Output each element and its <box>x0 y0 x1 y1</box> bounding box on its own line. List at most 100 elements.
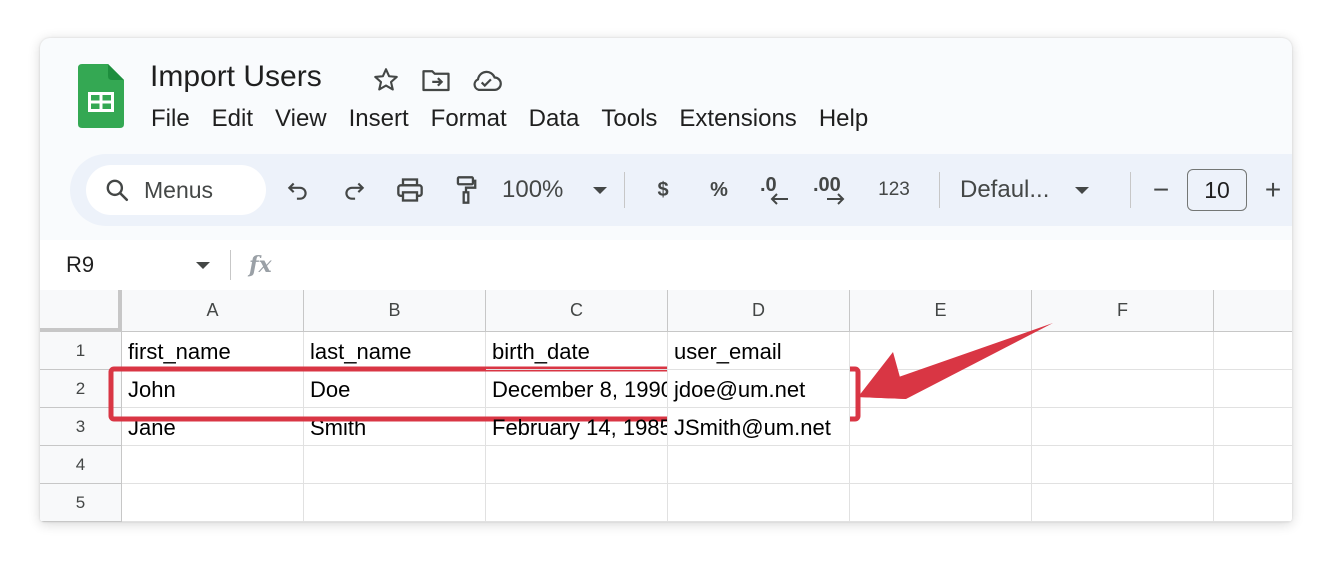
cell-a4[interactable] <box>122 446 304 484</box>
cell-e5[interactable] <box>850 484 1032 522</box>
row-header-2[interactable]: 2 <box>40 370 122 408</box>
cell-filler <box>1214 332 1292 370</box>
cell-a1[interactable]: first_name <box>122 332 304 370</box>
cell-filler <box>1214 408 1292 446</box>
cell-e1[interactable] <box>850 332 1032 370</box>
zoom-chevron-down-icon <box>593 186 608 194</box>
column-header-d[interactable]: D <box>668 290 850 332</box>
menu-help[interactable]: Help <box>808 102 879 136</box>
increase-decimal-button[interactable]: .00 <box>803 168 859 212</box>
cell-f3[interactable] <box>1032 408 1214 446</box>
font-family-select[interactable]: Defaul... <box>950 168 1120 212</box>
cell-c4[interactable] <box>486 446 668 484</box>
cell-filler <box>1214 370 1292 408</box>
toolbar-divider <box>624 172 625 208</box>
star-icon[interactable] <box>370 64 402 96</box>
cell-c2[interactable]: December 8, 1990 <box>486 370 668 408</box>
cell-d5[interactable] <box>668 484 850 522</box>
sheets-logo-icon[interactable] <box>78 64 124 128</box>
paint-format-button[interactable] <box>438 168 494 212</box>
cell-b3[interactable]: Smith <box>304 408 486 446</box>
font-chevron-down-icon <box>1075 186 1090 194</box>
menus-search-label: Menus <box>144 176 214 203</box>
cell-f2[interactable] <box>1032 370 1214 408</box>
cell-reference: R9 <box>66 252 95 277</box>
column-header-filler <box>1214 290 1292 332</box>
document-title[interactable]: Import Users <box>150 60 322 94</box>
cell-a5[interactable] <box>122 484 304 522</box>
row-header-1[interactable]: 1 <box>40 332 122 370</box>
cell-filler <box>1214 484 1292 522</box>
menu-tools[interactable]: Tools <box>590 102 668 136</box>
zoom-select[interactable]: 100% <box>494 168 614 212</box>
cell-b4[interactable] <box>304 446 486 484</box>
font-size-input[interactable]: 10 <box>1187 169 1247 211</box>
print-button[interactable] <box>382 168 438 212</box>
formula-input[interactable] <box>272 240 1292 290</box>
fx-icon: fx <box>249 252 272 278</box>
percent-format-button[interactable]: % <box>691 168 747 212</box>
move-folder-icon[interactable] <box>420 64 452 96</box>
formula-bar-divider <box>230 250 231 280</box>
cell-e2[interactable] <box>850 370 1032 408</box>
cell-f5[interactable] <box>1032 484 1214 522</box>
cell-d3[interactable]: JSmith@um.net <box>668 408 850 446</box>
column-header-e[interactable]: E <box>850 290 1032 332</box>
cell-filler <box>1214 446 1292 484</box>
toolbar: Menus 100% $ % .0 .00 123 Defaul... − 10… <box>70 154 1292 226</box>
title-actions <box>370 64 502 96</box>
menu-bar: File Edit View Insert Format Data Tools … <box>140 102 879 136</box>
menu-extensions[interactable]: Extensions <box>668 102 807 136</box>
toolbar-divider <box>1130 172 1131 208</box>
formula-bar: R9 fx <box>40 240 1292 290</box>
column-header-b[interactable]: B <box>304 290 486 332</box>
increase-font-size-button[interactable]: + <box>1253 168 1292 212</box>
cell-b1[interactable]: last_name <box>304 332 486 370</box>
cell-d1[interactable]: user_email <box>668 332 850 370</box>
cell-d2[interactable]: jdoe@um.net <box>668 370 850 408</box>
row-header-3[interactable]: 3 <box>40 408 122 446</box>
cell-c3[interactable]: February 14, 1985 <box>486 408 668 446</box>
row-header-4[interactable]: 4 <box>40 446 122 484</box>
arrow-left-icon <box>770 193 788 205</box>
select-all-corner[interactable] <box>40 290 122 332</box>
decrease-decimal-button[interactable]: .0 <box>747 168 803 212</box>
number-format-button[interactable]: 123 <box>859 168 929 212</box>
menu-insert[interactable]: Insert <box>338 102 420 136</box>
column-header-c[interactable]: C <box>486 290 668 332</box>
search-icon <box>106 179 129 202</box>
menu-format[interactable]: Format <box>420 102 518 136</box>
cell-f1[interactable] <box>1032 332 1214 370</box>
redo-icon <box>345 182 365 200</box>
name-box[interactable]: R9 <box>40 252 220 278</box>
row-header-5[interactable]: 5 <box>40 484 122 522</box>
menu-data[interactable]: Data <box>518 102 591 136</box>
cell-b2[interactable]: Doe <box>304 370 486 408</box>
column-header-f[interactable]: F <box>1032 290 1214 332</box>
decrease-font-size-button[interactable]: − <box>1141 168 1181 212</box>
cell-f4[interactable] <box>1032 446 1214 484</box>
menu-view[interactable]: View <box>264 102 338 136</box>
menus-search-button[interactable]: Menus <box>86 165 266 215</box>
cell-c5[interactable] <box>486 484 668 522</box>
cell-b5[interactable] <box>304 484 486 522</box>
cell-c1[interactable]: birth_date <box>486 332 668 370</box>
name-box-chevron-down-icon <box>196 261 210 269</box>
cell-d4[interactable] <box>668 446 850 484</box>
toolbar-divider <box>939 172 940 208</box>
cell-a2[interactable]: John <box>122 370 304 408</box>
font-family-value: Defaul... <box>960 176 1050 203</box>
cell-a3[interactable]: Jane <box>122 408 304 446</box>
undo-icon <box>287 182 307 200</box>
spreadsheet-grid: A B C D E F 1 first_name last_name birth_date user… <box>40 290 1292 522</box>
menu-edit[interactable]: Edit <box>201 102 264 136</box>
currency-format-button[interactable]: $ <box>635 168 691 212</box>
cell-e4[interactable] <box>850 446 1032 484</box>
menu-file[interactable]: File <box>140 102 201 136</box>
redo-button[interactable] <box>326 168 382 212</box>
cloud-saved-icon[interactable] <box>470 64 502 96</box>
cell-e3[interactable] <box>850 408 1032 446</box>
arrow-right-icon <box>827 193 845 205</box>
column-header-a[interactable]: A <box>122 290 304 332</box>
undo-button[interactable] <box>270 168 326 212</box>
